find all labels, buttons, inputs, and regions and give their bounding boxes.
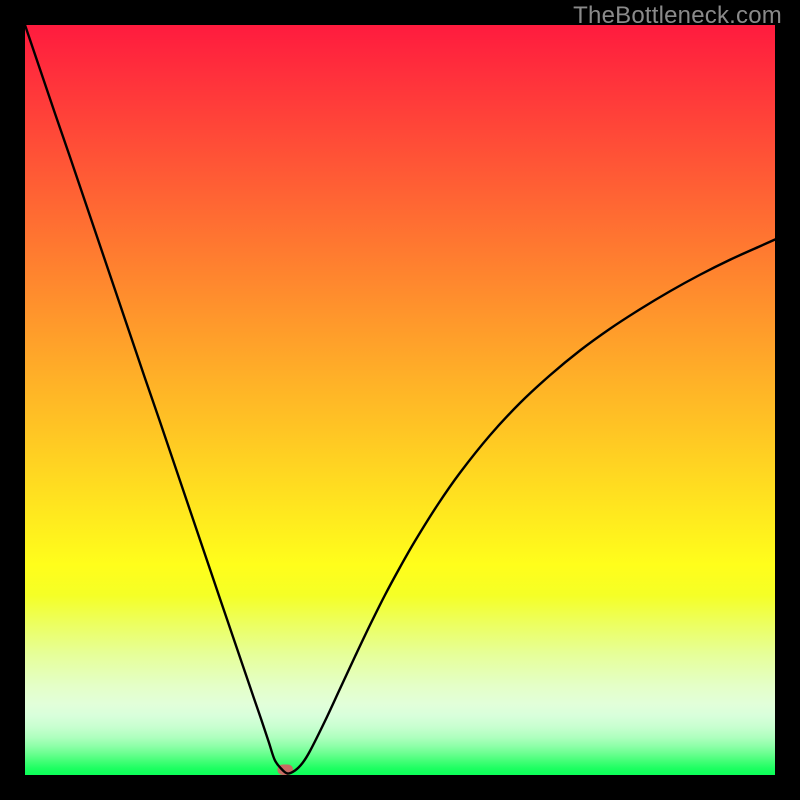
watermark-label: TheBottleneck.com: [573, 2, 782, 30]
chart-frame: TheBottleneck.com: [0, 0, 800, 800]
plot-area: [25, 25, 775, 775]
gradient-background: [25, 25, 775, 775]
chart-svg: [25, 25, 775, 775]
